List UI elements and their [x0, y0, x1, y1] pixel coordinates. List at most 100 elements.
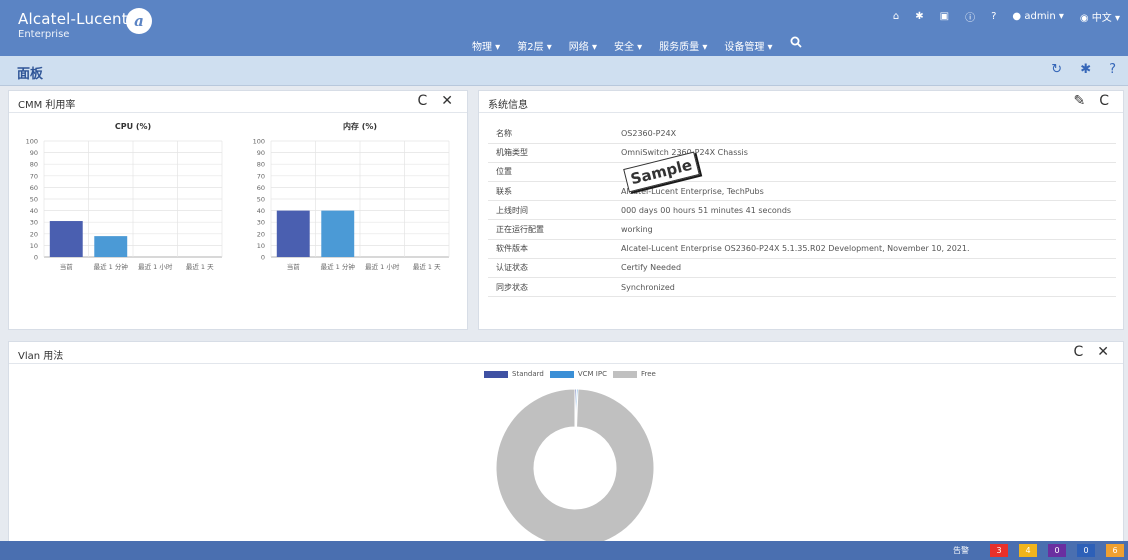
info-key: 正在运行配置 — [488, 219, 613, 240]
info-value: Certify Needed — [613, 258, 1116, 279]
language-label: 中文 ▾ — [1091, 13, 1120, 24]
refresh-icon[interactable]: C — [417, 93, 427, 109]
alarm-badge[interactable]: 3 — [990, 544, 1008, 557]
info-value: OS2360-P24X — [613, 124, 1116, 144]
y-tick-label: 40 — [30, 207, 38, 215]
panel-header: 系统信息 ✎ C — [479, 91, 1123, 113]
alarm-badge[interactable]: 0 — [1048, 544, 1066, 557]
info-value: Alcatel-Lucent Enterprise OS2360-P24X 5.… — [613, 239, 1116, 259]
bar[interactable] — [321, 210, 355, 257]
info-key: 机箱类型 — [488, 143, 613, 163]
alarm-summary: 告警 34006 — [953, 544, 1124, 557]
info-value: 000 days 00 hours 51 minutes 41 seconds — [613, 200, 1116, 221]
info-value: Alcatel-Lucent Enterprise, TechPubs — [613, 181, 1116, 202]
info-row: 同步状态 Synchronized — [488, 277, 1116, 298]
panel-header: CMM 利用率 C ✕ — [9, 91, 467, 113]
chart-title: CPU (%) — [115, 122, 151, 131]
gear-icon[interactable]: ✱ — [915, 11, 923, 22]
panel-title: CMM 利用率 — [18, 100, 76, 111]
help-icon[interactable]: ? — [1109, 62, 1116, 77]
brand[interactable]: Alcatel-Lucent Enterprise a — [18, 8, 152, 40]
settings-icon[interactable]: ✱ — [1080, 62, 1091, 77]
user-icon: ● — [1012, 11, 1022, 22]
alarm-badge[interactable]: 6 — [1106, 544, 1124, 557]
info-row: 名称 OS2360-P24X — [488, 124, 1116, 144]
close-icon[interactable]: ✕ — [441, 93, 453, 109]
info-row: 上线时间 000 days 00 hours 51 minutes 41 seco… — [488, 200, 1116, 221]
info-icon[interactable]: ⓘ — [965, 9, 975, 24]
y-tick-label: 60 — [30, 184, 38, 192]
info-value: Synchronized — [613, 277, 1116, 298]
info-key: 上线时间 — [488, 200, 613, 221]
cpu-chart: CPU (%)0102030405060708090100当前 最近 1 分钟 最近… — [26, 122, 223, 271]
nav-device-mgmt[interactable]: 设备管理 ▾ — [724, 38, 772, 53]
x-tick-label: 最近 1 分钟 — [321, 262, 356, 271]
language-menu[interactable]: ◉ 中文 ▾ — [1080, 9, 1120, 24]
alarm-badge[interactable]: 0 — [1077, 544, 1095, 557]
info-value: working — [613, 219, 1116, 240]
dashboard-actions: ↻ ✱ ? — [1033, 62, 1116, 77]
y-tick-label: 70 — [30, 172, 38, 180]
bar[interactable] — [49, 221, 83, 257]
cmm-panel: CMM 利用率 C ✕ CPU (%) 0 10 20 30 40 50 60 70 80 90 10… — [8, 90, 468, 330]
memory-chart: 内存 (%)0102030405060708090100当前 最近 1 分钟 最近 … — [253, 121, 450, 271]
info-row: 认证状态 Certify Needed — [488, 258, 1116, 279]
y-tick-label: 80 — [30, 161, 38, 169]
y-tick-label: 10 — [257, 242, 265, 250]
status-footer: 告警 34006 — [0, 541, 1128, 560]
y-tick-label: 0 — [34, 254, 38, 262]
chart-title: 内存 (%) — [343, 121, 377, 131]
info-row: 正在运行配置 working — [488, 219, 1116, 240]
info-row: 软件版本 Alcatel-Lucent Enterprise OS2360-P24… — [488, 239, 1116, 259]
nav-physical[interactable]: 物理 ▾ — [472, 38, 500, 53]
y-tick-label: 50 — [257, 196, 265, 204]
x-tick-label: 最近 1 小时 — [365, 262, 400, 271]
refresh-icon[interactable]: ↻ — [1051, 62, 1062, 77]
x-tick-label: 当前 — [60, 262, 74, 271]
nav-qos[interactable]: 服务质量 ▾ — [659, 38, 707, 53]
y-tick-label: 70 — [257, 172, 265, 180]
info-row: 位置 — [488, 162, 1116, 183]
alu-logo-icon: a — [126, 8, 152, 34]
alarm-label: 告警 — [953, 546, 969, 555]
y-tick-label: 90 — [257, 149, 265, 157]
save-icon[interactable]: ▣ — [940, 11, 949, 22]
y-tick-label: 100 — [253, 138, 265, 146]
search-icon[interactable] — [790, 36, 802, 53]
user-label: admin ▾ — [1024, 11, 1064, 22]
top-bar: Alcatel-Lucent Enterprise a ⌂ ✱ ▣ ⓘ ? ● … — [0, 0, 1128, 56]
y-tick-label: 10 — [30, 242, 38, 250]
x-tick-label: 最近 1 天 — [186, 262, 214, 271]
donut-slice[interactable] — [495, 388, 655, 545]
panel-actions: C ✕ — [403, 93, 453, 109]
vlan-donut-chart — [495, 388, 655, 545]
info-key: 同步状态 — [488, 277, 613, 298]
page-title: 面板 — [17, 67, 44, 82]
user-menu[interactable]: ● admin ▾ — [1012, 11, 1063, 22]
system-info-panel: 系统信息 ✎ C 名称OS2360-P24X机箱类型OmniSwitch 236… — [478, 90, 1124, 330]
edit-icon[interactable]: ✎ — [1073, 93, 1085, 109]
x-tick-label: 当前 — [287, 262, 301, 271]
info-key: 认证状态 — [488, 258, 613, 279]
nav-network[interactable]: 网络 ▾ — [569, 38, 597, 53]
system-info-table: 名称OS2360-P24X机箱类型OmniSwitch 2360-P24X Ch… — [488, 124, 1116, 298]
y-tick-label: 50 — [30, 196, 38, 204]
info-key: 名称 — [488, 124, 613, 144]
nav-security[interactable]: 安全 ▾ — [614, 38, 642, 53]
main-nav: 物理 ▾ 第2层 ▾ 网络 ▾ 安全 ▾ 服务质量 ▾ 设备管理 ▾ — [472, 36, 819, 53]
brand-sub: Enterprise — [18, 29, 70, 40]
home-icon[interactable]: ⌂ — [893, 11, 899, 22]
nav-layer2[interactable]: 第2层 ▾ — [517, 38, 552, 53]
info-key: 联系 — [488, 181, 613, 202]
refresh-icon[interactable]: C — [1099, 93, 1109, 109]
y-tick-label: 40 — [257, 207, 265, 215]
bar[interactable] — [94, 236, 128, 257]
top-icons: ⌂ ✱ ▣ ⓘ ? ● admin ▾ ◉ 中文 ▾ — [885, 9, 1128, 24]
bar[interactable] — [276, 210, 310, 257]
x-tick-label: 最近 1 天 — [413, 262, 441, 271]
help-icon[interactable]: ? — [991, 11, 996, 22]
x-tick-label: 最近 1 小时 — [138, 262, 173, 271]
alarm-badge[interactable]: 4 — [1019, 544, 1037, 557]
info-key: 位置 — [488, 162, 613, 183]
y-tick-label: 100 — [26, 138, 38, 146]
